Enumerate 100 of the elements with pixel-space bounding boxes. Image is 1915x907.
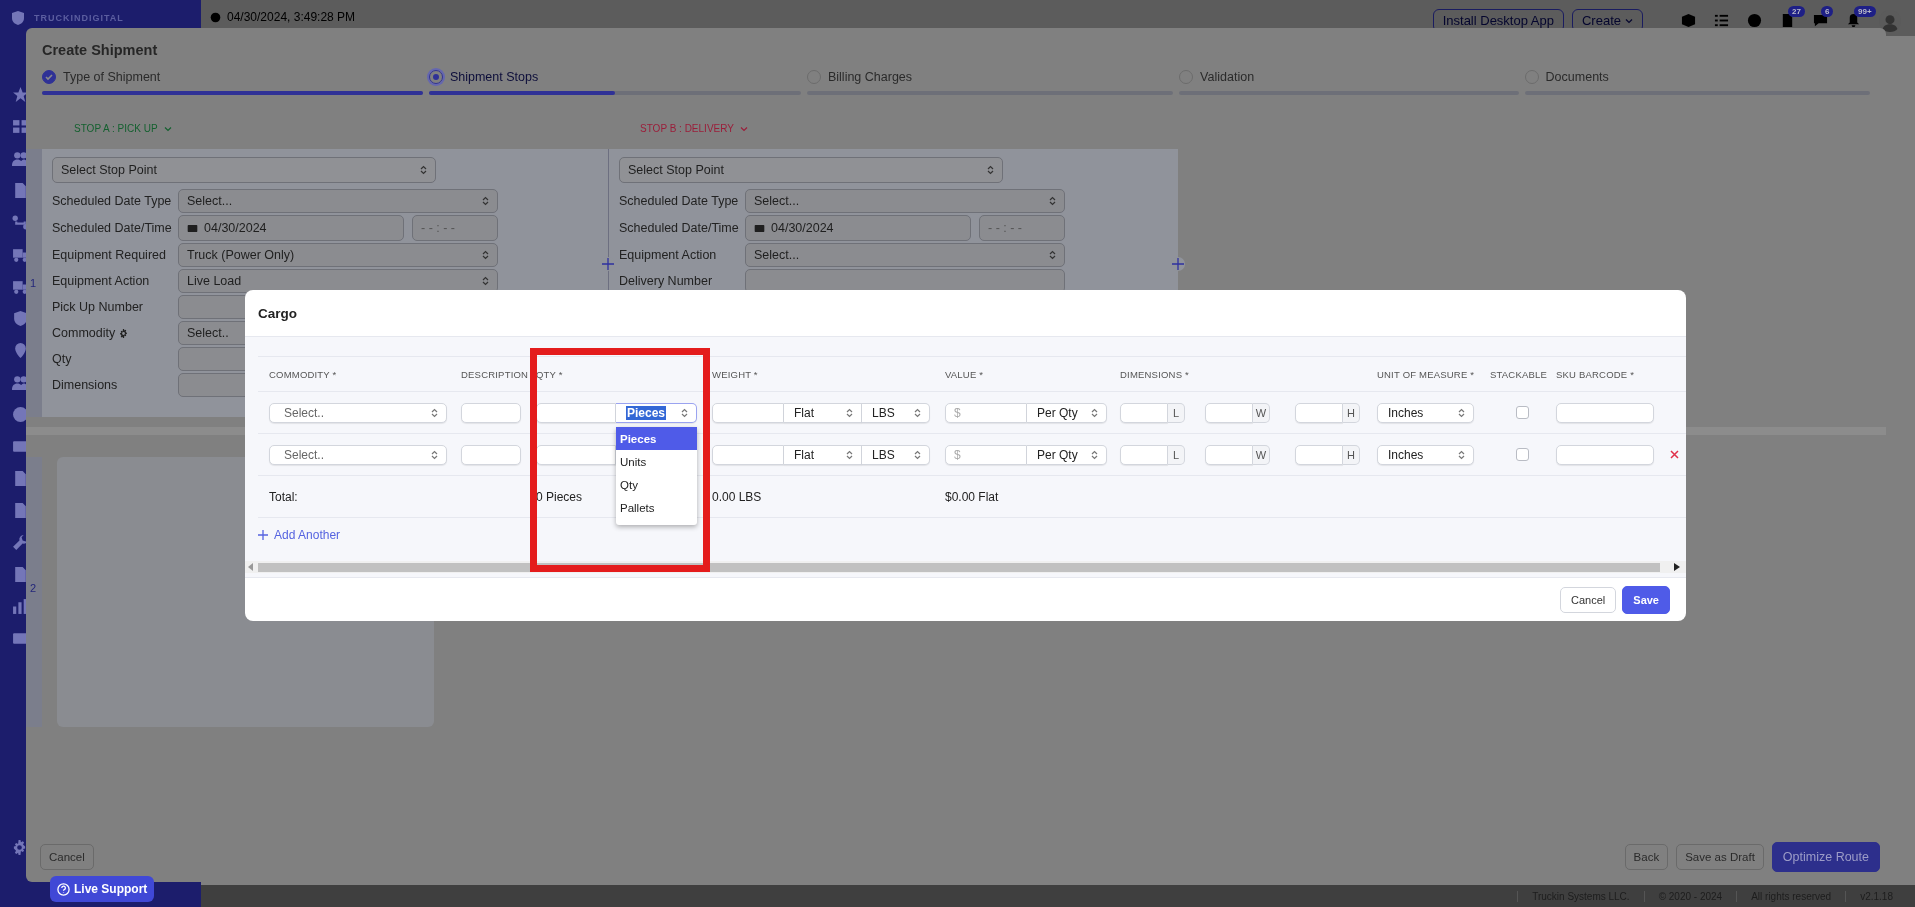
column-header: UNIT OF MEASURE *: [1377, 368, 1476, 380]
horizontal-scrollbar[interactable]: [245, 561, 1686, 573]
column-header: DESCRIPTION: [461, 368, 530, 380]
plus-icon: [258, 530, 268, 540]
dropdown-option[interactable]: Pieces: [616, 427, 697, 450]
select-field[interactable]: LBS: [862, 402, 930, 423]
shield-icon[interactable]: [12, 310, 29, 327]
back-button[interactable]: Back: [1624, 844, 1669, 870]
count-badge: 27: [1788, 6, 1805, 17]
select-field[interactable]: Per Qty: [1027, 444, 1107, 465]
wrench-icon[interactable]: [12, 534, 29, 551]
document-icon[interactable]: [12, 502, 29, 519]
select-field[interactable]: Inches: [1377, 402, 1474, 423]
select-field[interactable]: Pieces: [616, 402, 697, 423]
select-field[interactable]: Select..: [269, 402, 447, 423]
unit-addon: H: [1343, 402, 1360, 423]
select-field[interactable]: Per Qty: [1027, 402, 1107, 423]
up-down-icon: [846, 449, 853, 460]
select-field[interactable]: Live Load: [178, 269, 498, 293]
column-header: COMMODITY *: [269, 368, 338, 380]
up-down-icon: [846, 407, 853, 418]
card-icon[interactable]: [12, 438, 29, 455]
checkbox[interactable]: [1516, 448, 1529, 461]
chevron-down-icon[interactable]: [739, 125, 748, 132]
save-draft-button[interactable]: Save as Draft: [1676, 844, 1764, 870]
scroll-right-icon[interactable]: [1674, 563, 1680, 571]
up-down-icon: [1458, 407, 1465, 418]
field-label: Commodity: [52, 326, 116, 340]
unit-addon: W: [1253, 444, 1270, 465]
unit-addon: H: [1343, 444, 1360, 465]
pin-icon[interactable]: [12, 342, 29, 359]
document-icon[interactable]: [12, 470, 29, 487]
chevron-down-icon[interactable]: [1625, 17, 1633, 24]
field-label: Equipment Required: [52, 248, 166, 262]
column-header: STACKABLE: [1490, 368, 1549, 380]
step-tab[interactable]: Shipment Stops: [449, 70, 539, 84]
select-field[interactable]: Select...: [745, 189, 1065, 213]
row-number: 1: [30, 277, 38, 289]
up-down-icon: [1458, 449, 1465, 460]
plus-icon[interactable]: [601, 257, 615, 271]
select-field[interactable]: LBS: [862, 444, 930, 465]
step-tab[interactable]: Documents: [1545, 70, 1609, 84]
select-field[interactable]: Inches: [1377, 444, 1474, 465]
chart-icon[interactable]: [12, 598, 29, 615]
unit-addon: L: [1168, 444, 1185, 465]
up-down-icon: [1091, 449, 1098, 460]
up-down-icon: [431, 449, 438, 460]
select-field[interactable]: Select...: [745, 243, 1065, 267]
logo-icon[interactable]: [10, 10, 26, 26]
field-label: Scheduled Date/Time: [52, 221, 172, 235]
field-label: Equipment Action: [619, 248, 717, 262]
date-field[interactable]: 04/30/2024: [745, 215, 971, 241]
stop-point-select[interactable]: Select Stop Point: [52, 157, 436, 183]
total-label: Total:: [269, 489, 299, 504]
column-header: QTY *: [536, 368, 564, 380]
plus-icon[interactable]: [1171, 257, 1185, 271]
up-down-icon: [482, 276, 489, 286]
scroll-left-icon[interactable]: [248, 563, 254, 571]
step-tab[interactable]: Type of Shipment: [63, 70, 161, 84]
select-field[interactable]: Select...: [178, 189, 498, 213]
dropdown-option[interactable]: Units: [616, 450, 697, 473]
timestamp: 04/30/2024, 3:49:28 PM: [227, 10, 356, 24]
select-field[interactable]: Flat: [784, 444, 862, 465]
chevron-down-icon[interactable]: [163, 125, 172, 132]
truck-icon[interactable]: [12, 278, 29, 295]
list-icon[interactable]: [1714, 13, 1729, 28]
chat-icon[interactable]: [1813, 13, 1828, 28]
remove-icon[interactable]: [1670, 449, 1679, 459]
column-header: VALUE *: [945, 368, 985, 380]
cancel-button[interactable]: Cancel: [1560, 586, 1617, 613]
up-down-icon: [482, 250, 489, 260]
stop-point-select[interactable]: Select Stop Point: [619, 157, 1003, 183]
select-field[interactable]: Flat: [784, 402, 862, 423]
step-tab[interactable]: Billing Charges: [827, 70, 913, 84]
column-header: DIMENSIONS *: [1120, 368, 1190, 380]
row-number: 2: [30, 582, 38, 594]
step-tab[interactable]: Validation: [1200, 70, 1255, 84]
settings-icon[interactable]: [12, 840, 27, 855]
live-support-button[interactable]: Live Support: [50, 876, 155, 902]
date-field[interactable]: 04/30/2024: [178, 215, 404, 241]
text-field[interactable]: [745, 269, 1065, 293]
dropdown-option[interactable]: Qty: [616, 473, 697, 496]
count-badge: 99+: [1854, 6, 1876, 17]
optimize-route-button[interactable]: Optimize Route: [1771, 842, 1880, 872]
star-icon[interactable]: [12, 86, 29, 103]
select-field[interactable]: Truck (Power Only): [178, 243, 498, 267]
truck-icon[interactable]: [12, 246, 29, 263]
checkbox[interactable]: [1516, 406, 1529, 419]
add-another-link[interactable]: Add Another: [258, 528, 450, 542]
user-icon: [1881, 13, 1899, 32]
save-button[interactable]: Save: [1622, 585, 1670, 614]
dropdown-option[interactable]: Pallets: [616, 496, 697, 519]
select-field[interactable]: Select..: [269, 444, 447, 465]
document-icon[interactable]: [12, 182, 29, 199]
cancel-button[interactable]: Cancel: [40, 844, 94, 870]
field-label: Dimensions: [52, 378, 118, 392]
card-icon[interactable]: [12, 630, 29, 647]
calendar-icon: [754, 222, 765, 234]
document-icon[interactable]: [12, 566, 29, 583]
column-header: WEIGHT *: [712, 368, 759, 380]
